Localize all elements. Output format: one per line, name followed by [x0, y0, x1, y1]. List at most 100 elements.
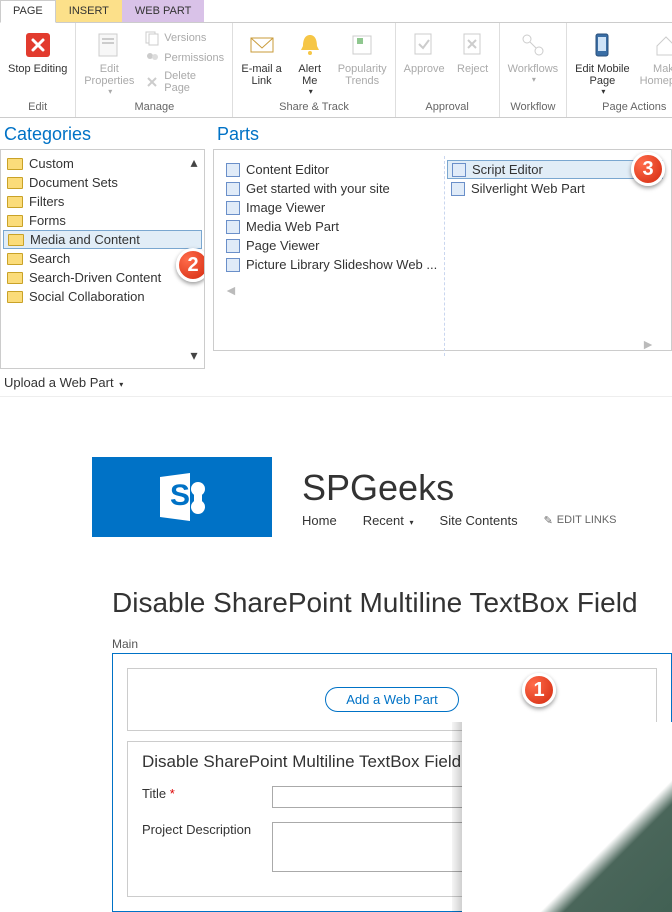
svg-text:S: S: [170, 479, 190, 512]
ribbon-group-pageactions: Edit Mobile Page ▾ Make Homepage Page Ac…: [567, 23, 672, 117]
permissions-button[interactable]: Permissions: [140, 49, 228, 67]
permissions-label: Permissions: [164, 52, 224, 64]
add-webpart-row: Add a Web Part 1: [127, 668, 657, 731]
email-link-button[interactable]: E-mail a Link: [237, 25, 285, 87]
category-item[interactable]: Forms: [1, 211, 204, 230]
versions-button[interactable]: Versions: [140, 29, 228, 47]
pencil-icon: ✎: [544, 514, 553, 527]
category-label: Filters: [29, 194, 64, 209]
versions-label: Versions: [164, 32, 206, 44]
permissions-icon: [144, 50, 160, 66]
edit-properties-icon: [93, 29, 125, 61]
description-field[interactable]: [272, 822, 512, 872]
chevron-down-icon: ▾: [601, 87, 605, 96]
webpart-icon: [226, 220, 240, 234]
site-header: S SPGeeks Home Recent ▾ Site Contents ✎ …: [0, 457, 672, 537]
nav-recent[interactable]: Recent ▾: [363, 513, 414, 528]
alert-me-label: Alert Me: [298, 63, 321, 87]
badge-3: 3: [631, 152, 665, 186]
part-item[interactable]: Image Viewer: [220, 198, 444, 217]
category-label: Custom: [29, 156, 74, 171]
upload-webpart-link[interactable]: Upload a Web Part ▾: [0, 369, 205, 396]
edit-mobile-label: Edit Mobile Page: [575, 63, 629, 87]
approve-button[interactable]: Approve: [400, 25, 449, 75]
scroll-down-icon[interactable]: ▾: [190, 347, 197, 364]
title-field[interactable]: [272, 786, 512, 808]
tab-insert[interactable]: INSERT: [56, 0, 122, 22]
category-item[interactable]: Filters: [1, 192, 204, 211]
workflow-icon: [517, 29, 549, 61]
category-item[interactable]: Search: [1, 249, 204, 268]
popularity-trends-button[interactable]: Popularity Trends: [334, 25, 391, 87]
workflows-button[interactable]: Workflows ▾: [504, 25, 563, 84]
edit-mobile-page-button[interactable]: Edit Mobile Page ▾: [571, 25, 633, 96]
nav-home[interactable]: Home: [302, 513, 337, 528]
category-label: Search-Driven Content: [29, 270, 161, 285]
site-title: SPGeeks: [302, 467, 617, 509]
page-preview: S SPGeeks Home Recent ▾ Site Contents ✎ …: [0, 397, 672, 912]
category-label: Media and Content: [30, 232, 140, 247]
ribbon-group-workflow: Workflows ▾ Workflow: [500, 23, 568, 117]
ribbon-body: Stop Editing Edit Edit Properties ▾ Vers…: [0, 23, 672, 118]
nav-edit-links[interactable]: ✎ EDIT LINKS: [544, 514, 617, 527]
group-label-pageactions: Page Actions: [571, 99, 672, 115]
edit-properties-button[interactable]: Edit Properties ▾: [80, 25, 138, 96]
part-label: Silverlight Web Part: [471, 181, 585, 196]
part-item[interactable]: Media Web Part: [220, 217, 444, 236]
approve-label: Approve: [404, 63, 445, 75]
parts-list-box: Content Editor Get started with your site…: [213, 149, 672, 351]
home-icon: [650, 29, 672, 61]
categories-header: Categories: [0, 118, 205, 149]
categories-column: Categories Custom Document Sets Filters For…: [0, 118, 205, 396]
category-item[interactable]: Search-Driven Content: [1, 268, 204, 287]
group-label-sharetrack: Share & Track: [237, 99, 390, 115]
badge-1: 1: [522, 673, 556, 707]
trends-icon: [346, 29, 378, 61]
part-label: Media Web Part: [246, 219, 339, 234]
part-item[interactable]: Silverlight Web Part: [445, 179, 665, 198]
reject-label: Reject: [457, 63, 488, 75]
chevron-down-icon: ▾: [532, 75, 536, 84]
category-item[interactable]: Custom: [1, 154, 204, 173]
parts-prev-icon[interactable]: ◄: [220, 278, 444, 302]
ribbon-group-manage: Edit Properties ▾ Versions Permissions D…: [76, 23, 233, 117]
tab-page[interactable]: PAGE: [0, 0, 56, 23]
edit-properties-label: Edit Properties: [84, 63, 134, 87]
tab-webpart[interactable]: WEB PART: [122, 0, 204, 22]
category-item[interactable]: Media and Content: [3, 230, 202, 249]
group-label-workflow: Workflow: [504, 99, 563, 115]
scroll-up-icon[interactable]: ▴: [190, 154, 197, 171]
form-title: Disable SharePoint Multiline TextBox Fie…: [142, 752, 642, 772]
part-item[interactable]: Page Viewer: [220, 236, 444, 255]
webpart-icon: [226, 182, 240, 196]
email-link-label: E-mail a Link: [241, 63, 281, 87]
make-homepage-label: Make Homepage: [640, 63, 672, 87]
part-label: Get started with your site: [246, 181, 390, 196]
nav-site-contents[interactable]: Site Contents: [440, 513, 518, 528]
delete-page-button[interactable]: Delete Page: [140, 69, 228, 95]
reject-button[interactable]: Reject: [451, 25, 495, 75]
part-item[interactable]: Content Editor: [220, 160, 444, 179]
category-item[interactable]: Social Collaboration: [1, 287, 204, 306]
category-label: Search: [29, 251, 70, 266]
title-label: Title *: [142, 786, 262, 801]
make-homepage-button[interactable]: Make Homepage: [636, 25, 672, 87]
alert-me-button[interactable]: Alert Me ▾: [288, 25, 332, 96]
part-label: Script Editor: [472, 162, 543, 177]
chevron-down-icon: ▾: [108, 87, 112, 96]
top-nav: Home Recent ▾ Site Contents ✎ EDIT LINKS: [302, 513, 617, 528]
folder-icon: [7, 253, 23, 265]
stop-editing-label: Stop Editing: [8, 63, 67, 75]
workflows-label: Workflows: [508, 63, 559, 75]
ribbon-group-edit: Stop Editing Edit: [0, 23, 76, 117]
ribbon-group-sharetrack: E-mail a Link Alert Me ▾ Popularity Tren…: [233, 23, 395, 117]
part-item[interactable]: Picture Library Slideshow Web ...: [220, 255, 444, 274]
add-webpart-button[interactable]: Add a Web Part: [325, 687, 459, 712]
category-item[interactable]: Document Sets: [1, 173, 204, 192]
description-label: Project Description: [142, 822, 262, 837]
part-item[interactable]: Get started with your site: [220, 179, 444, 198]
edit-links-label: EDIT LINKS: [557, 514, 617, 526]
parts-next-icon[interactable]: ►: [637, 332, 659, 356]
folder-icon: [7, 272, 23, 284]
stop-editing-button[interactable]: Stop Editing: [4, 25, 71, 75]
